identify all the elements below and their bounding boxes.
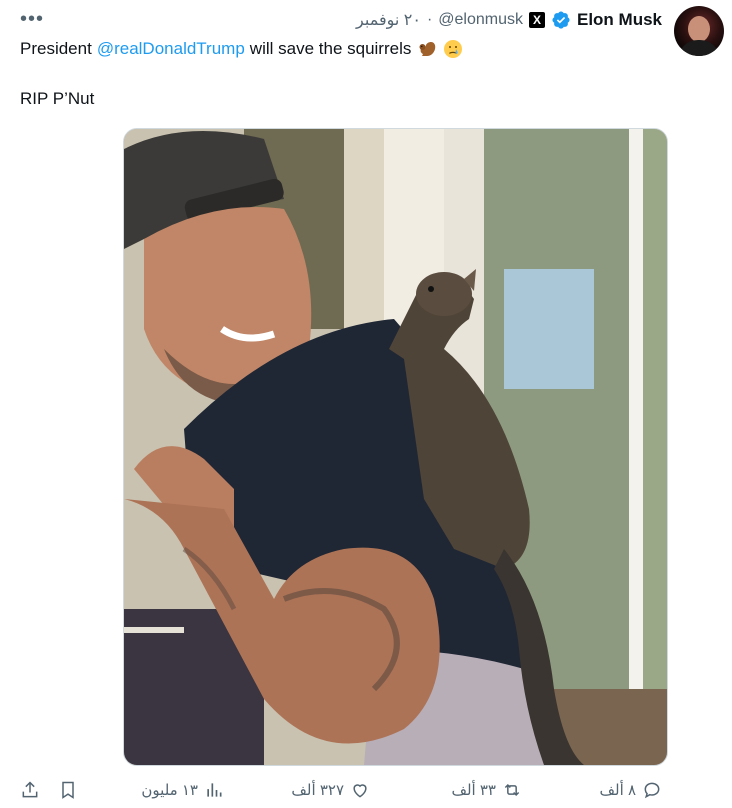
action-bar: ٨ ألف ٣٣ ألف ٣٢٧ ألف ١٣ مليون <box>0 778 732 808</box>
man-with-squirrel-photo <box>124 129 667 765</box>
text-prefix: President <box>20 39 92 58</box>
bookmark-button[interactable] <box>58 780 78 800</box>
retweet-icon <box>504 783 520 797</box>
more-icon[interactable]: ••• <box>20 8 44 31</box>
author-meta: Elon Musk X @elonmusk · ٢٠ نوفمبر <box>356 10 662 30</box>
retweet-button[interactable]: ٣٣ ألف <box>451 780 522 800</box>
tweet-media-image[interactable] <box>123 128 668 766</box>
tweet-date[interactable]: ٢٠ نوفمبر <box>356 10 421 30</box>
verified-icon <box>552 11 570 29</box>
share-icon <box>22 781 38 798</box>
text-line2: RIP P’Nut <box>20 89 95 108</box>
retweet-count: ٣٣ ألف <box>451 782 496 799</box>
squirrel-emoji <box>419 42 436 56</box>
like-count: ٣٢٧ ألف <box>291 782 344 799</box>
share-button[interactable] <box>20 780 40 800</box>
text-suffix: will save the squirrels <box>249 39 412 58</box>
separator-dot: · <box>426 11 433 28</box>
reply-icon <box>644 782 660 799</box>
like-icon <box>353 784 367 798</box>
x-badge-icon: X <box>528 12 545 28</box>
like-button[interactable]: ٣٢٧ ألف <box>291 780 370 800</box>
author-name[interactable]: Elon Musk <box>577 10 662 30</box>
views-icon <box>207 783 222 797</box>
views-count: ١٣ مليون <box>141 782 198 799</box>
views-button[interactable]: ١٣ مليون <box>141 780 224 800</box>
mention-link[interactable]: @realDonaldTrump <box>97 38 245 60</box>
tweet-text: President @realDonaldTrump will save the… <box>20 38 710 110</box>
crying-face-emoji <box>444 40 463 58</box>
author-handle[interactable]: @elonmusk <box>438 11 523 29</box>
bookmark-icon <box>62 781 74 799</box>
reply-count: ٨ ألف <box>599 782 637 799</box>
tweet: ••• Elon Musk X @elonmusk · ٢٠ نوفمبر Pr… <box>0 0 732 808</box>
reply-button[interactable]: ٨ ألف <box>600 780 663 800</box>
